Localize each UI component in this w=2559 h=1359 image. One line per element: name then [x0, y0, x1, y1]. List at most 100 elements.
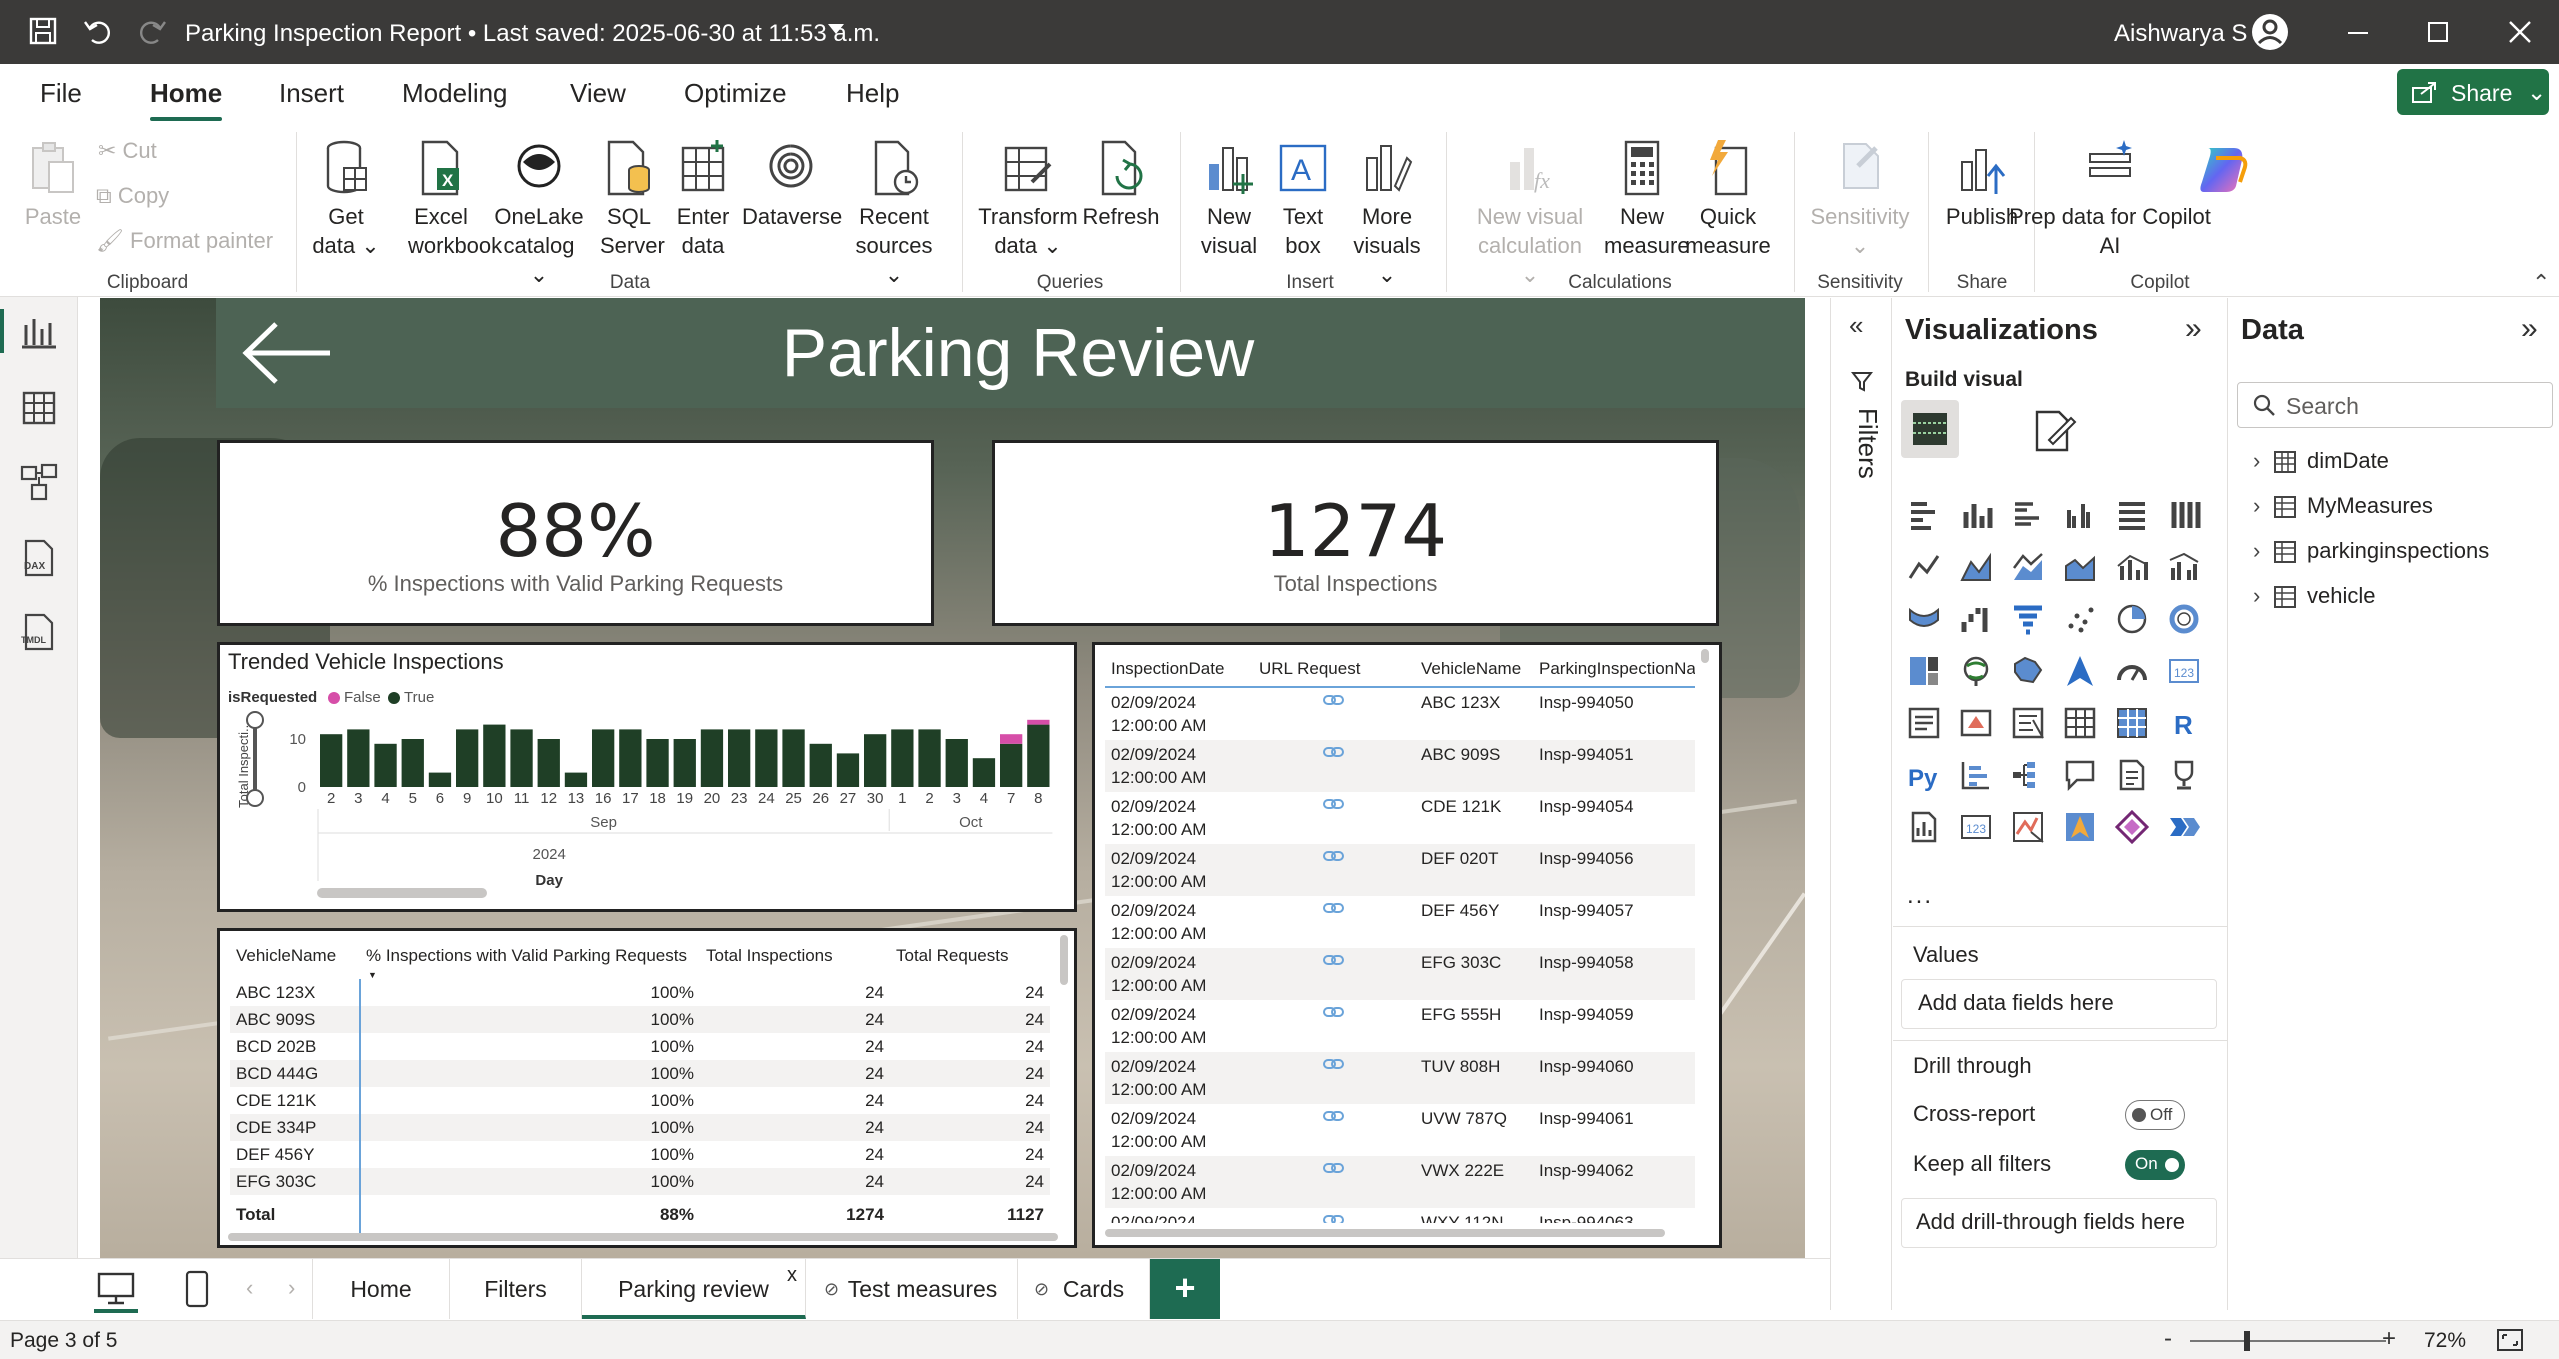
table-horizontal-scrollbar[interactable]: [1105, 1229, 1665, 1237]
tab-modeling[interactable]: Modeling: [402, 78, 508, 109]
minimize-icon[interactable]: [2348, 32, 2368, 34]
chevron-right-icon[interactable]: ›: [2253, 538, 2260, 564]
copy-button[interactable]: ⧉ Copy: [96, 181, 169, 210]
bar-true[interactable]: [456, 729, 479, 787]
table-item-parkinginspections[interactable]: › parkinginspections: [2253, 538, 2553, 578]
bar-false[interactable]: [1027, 719, 1050, 725]
pie-chart-icon[interactable]: [2115, 602, 2149, 636]
azure-map-icon[interactable]: [2063, 654, 2097, 688]
zoom-slider-track[interactable]: [2190, 1340, 2386, 1342]
clustered-column-chart-icon[interactable]: [2063, 498, 2097, 532]
funnel-chart-icon[interactable]: [2011, 602, 2045, 636]
line-chart-icon[interactable]: [1907, 550, 1941, 584]
tab-file[interactable]: File: [40, 78, 82, 109]
drill-through-drop-zone[interactable]: Add drill-through fields here: [1901, 1198, 2217, 1248]
table-row[interactable]: 02/09/2024 12:00:00 AM CDE 121K Insp-994054: [1105, 792, 1695, 844]
table-row[interactable]: 02/09/2024 12:00:00 AM ABC 123X Insp-994050: [1105, 687, 1695, 740]
new-visual-button[interactable]: New visual: [1194, 138, 1264, 260]
bar-true[interactable]: [401, 739, 424, 787]
matrix-row[interactable]: BCD 444G 100% 24 24: [230, 1060, 1050, 1087]
matrix-row[interactable]: CDE 121K 100% 24 24: [230, 1087, 1050, 1114]
model-view-icon[interactable]: [18, 461, 60, 503]
kpi-card-valid-requests[interactable]: 88% % Inspections with Valid Parking Req…: [217, 440, 934, 626]
waterfall-chart-icon[interactable]: [1959, 602, 1993, 636]
trend-chart-card[interactable]: Trended Vehicle Inspections isRequested …: [217, 642, 1077, 912]
save-icon[interactable]: [28, 16, 58, 46]
bar-true[interactable]: [1000, 743, 1023, 787]
refresh-button[interactable]: Refresh: [1082, 138, 1160, 231]
table-row[interactable]: 02/09/2024 12:00:00 AM ABC 909S Insp-994051: [1105, 740, 1695, 792]
bar-true[interactable]: [918, 729, 941, 787]
get-data-button[interactable]: Get data ⌄: [310, 138, 382, 260]
r-visual-icon[interactable]: R: [2167, 706, 2201, 740]
filters-pane[interactable]: « Filters: [1830, 298, 1892, 1310]
bar-true[interactable]: [673, 739, 696, 787]
expand-filters-icon[interactable]: «: [1849, 310, 1863, 341]
matrix-row[interactable]: ABC 123X 100% 24 24: [230, 979, 1050, 1006]
table-item-mymeasures[interactable]: › MyMeasures: [2253, 493, 2553, 533]
chart-scrollbar[interactable]: [317, 888, 487, 898]
matrix-vertical-scrollbar[interactable]: [1060, 935, 1068, 985]
key-influencers-icon[interactable]: [1959, 758, 1993, 792]
chevron-right-icon[interactable]: ›: [2253, 583, 2260, 609]
table-row[interactable]: 02/09/2024 12:00:00 AM DEF 020T Insp-994056: [1105, 844, 1695, 896]
card-icon[interactable]: 123: [2167, 654, 2201, 688]
100-stacked-bar-chart-icon[interactable]: [2115, 498, 2149, 532]
next-page-icon[interactable]: ›: [288, 1275, 295, 1301]
page-tab-cards[interactable]: ⊘ Cards: [1018, 1259, 1150, 1319]
table-row[interactable]: 02/09/2024 12:00:00 AM UVW 787Q Insp-994061: [1105, 1104, 1695, 1156]
matrix-column-header[interactable]: % Inspections with Valid Parking Request…: [360, 941, 700, 971]
bar-true[interactable]: [728, 729, 751, 787]
stacked-area-chart-icon[interactable]: [2011, 550, 2045, 584]
title-dropdown-icon[interactable]: [828, 24, 844, 34]
scatter-chart-icon[interactable]: [2063, 602, 2097, 636]
bar-true[interactable]: [374, 743, 397, 787]
table-item-vehicle[interactable]: › vehicle: [2253, 583, 2553, 623]
python-visual-icon[interactable]: Py: [1907, 758, 1941, 792]
cross-report-toggle[interactable]: Off: [2125, 1100, 2185, 1130]
decomposition-tree-icon[interactable]: [2011, 758, 2045, 792]
bar-true[interactable]: [347, 729, 370, 787]
values-drop-zone[interactable]: Add data fields here: [1901, 979, 2217, 1029]
bar-true[interactable]: [320, 734, 343, 787]
area-chart-icon[interactable]: [1959, 550, 1993, 584]
new-measure-button[interactable]: New measure: [1604, 138, 1690, 260]
bar-true[interactable]: [619, 729, 642, 787]
keep-filters-toggle[interactable]: On: [2125, 1150, 2185, 1180]
table-row[interactable]: 02/09/202412:00:00 AM WXY 112N Insp-994063: [1105, 1208, 1695, 1223]
sql-server-button[interactable]: SQL Server: [600, 138, 665, 260]
bar-false[interactable]: [1000, 734, 1023, 744]
bar-true[interactable]: [891, 729, 914, 787]
bar-true[interactable]: [537, 739, 560, 787]
page-tab-test-measures[interactable]: ⊘ Test measures: [806, 1259, 1018, 1319]
bar-true[interactable]: [1027, 724, 1050, 787]
line-stacked-column-chart-icon[interactable]: [2115, 550, 2149, 584]
matrix-icon[interactable]: [2115, 706, 2149, 740]
desktop-layout-icon[interactable]: [96, 1271, 136, 1307]
link-icon[interactable]: [1323, 693, 1345, 707]
matrix-row[interactable]: CDE 334P 100% 24 24: [230, 1114, 1050, 1141]
prev-page-icon[interactable]: ‹: [246, 1275, 253, 1301]
stacked-column-chart-icon[interactable]: [1959, 498, 1993, 532]
legend-true-label[interactable]: True: [404, 689, 434, 706]
prep-data-copilot-button[interactable]: Prep data for Copilot AI: [2009, 138, 2211, 260]
tab-view[interactable]: View: [570, 78, 626, 109]
card-new-icon[interactable]: 123: [1959, 810, 1993, 844]
format-painter-button[interactable]: 🖌 Format painter: [96, 226, 273, 255]
share-button[interactable]: Share ⌄: [2397, 69, 2549, 115]
data-search-input[interactable]: Search: [2237, 382, 2553, 428]
table-view-icon[interactable]: [18, 387, 60, 429]
zoom-slider-handle-top[interactable]: [246, 711, 264, 729]
map-icon[interactable]: [1959, 654, 1993, 688]
copilot-button[interactable]: [2194, 138, 2254, 198]
matrix-horizontal-scrollbar[interactable]: [228, 1233, 1058, 1241]
legend-false-label[interactable]: False: [344, 689, 381, 706]
collapse-data-icon[interactable]: »: [2521, 312, 2538, 346]
close-page-icon[interactable]: x: [787, 1245, 797, 1305]
add-page-button[interactable]: +: [1150, 1259, 1220, 1319]
metrics-icon[interactable]: [2167, 758, 2201, 792]
new-visual-calculation-button[interactable]: fx New visual calculation ⌄: [1468, 138, 1592, 289]
table-column-header[interactable]: ParkingInspectionNa: [1533, 651, 1695, 687]
multi-row-card-icon[interactable]: [1907, 706, 1941, 740]
tab-insert[interactable]: Insert: [279, 78, 344, 109]
